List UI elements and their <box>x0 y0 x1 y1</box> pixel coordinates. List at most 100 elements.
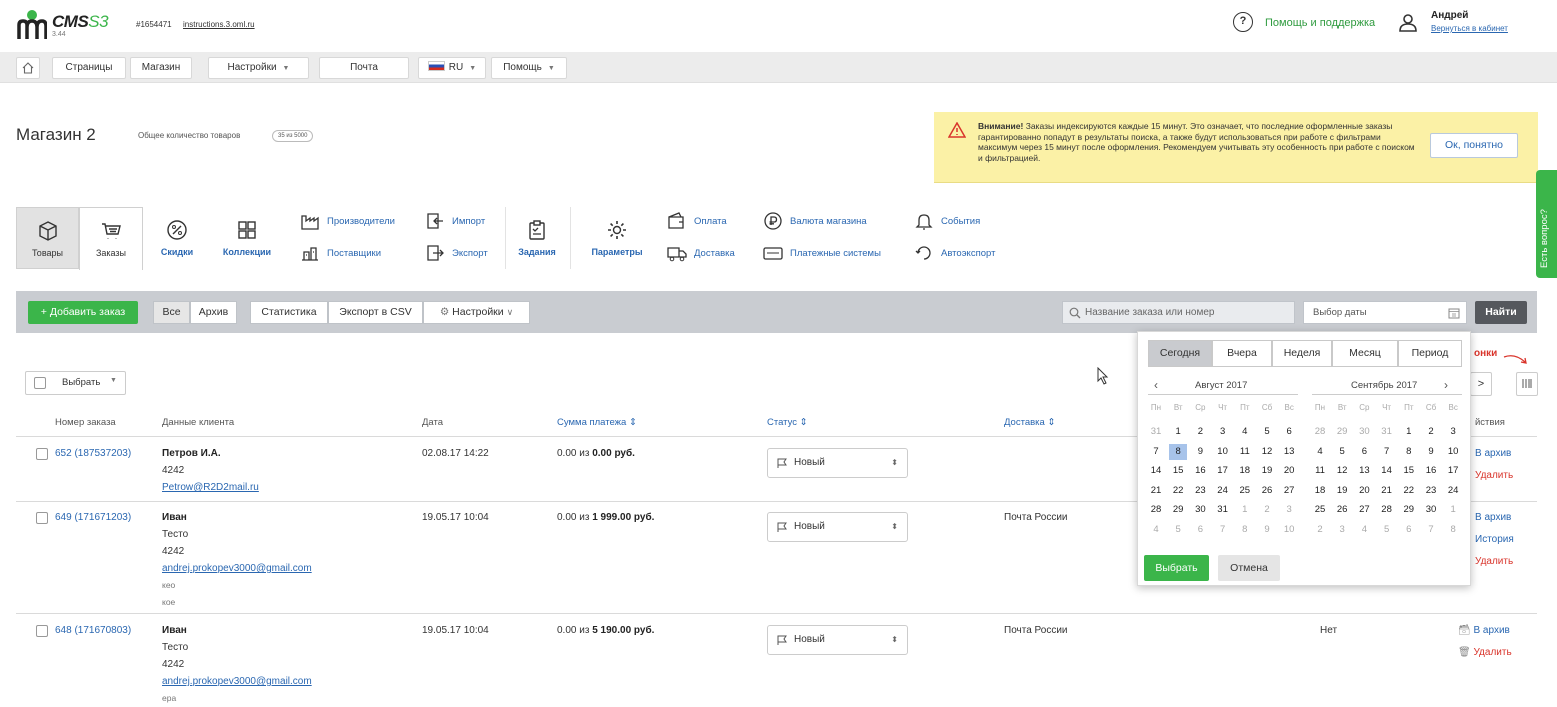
module-events[interactable]: События <box>915 214 980 230</box>
calendar-day[interactable]: 5 <box>1258 424 1276 440</box>
calendar-day[interactable]: 3 <box>1444 424 1462 440</box>
calendar-day[interactable]: 9 <box>1191 444 1209 460</box>
nav-mail[interactable]: Почта <box>319 57 409 79</box>
calendar-day[interactable]: 10 <box>1280 522 1298 538</box>
calendar-day[interactable]: 24 <box>1444 483 1462 499</box>
calendar-day[interactable]: 15 <box>1169 463 1187 479</box>
order-number-link[interactable]: 652 (187537203) <box>55 445 131 462</box>
prev-month-button[interactable]: ‹ <box>1154 378 1158 392</box>
calendar-day[interactable]: 5 <box>1169 522 1187 538</box>
delete-action[interactable]: Удалить <box>1475 556 1513 567</box>
module-collections[interactable]: Коллекции <box>216 207 278 257</box>
status-select[interactable]: Новый ⬍ <box>767 448 908 478</box>
calendar-day[interactable]: 2 <box>1191 424 1209 440</box>
bulk-select-dropdown[interactable]: Выбрать ▼ <box>25 371 126 395</box>
calendar-day[interactable]: 6 <box>1191 522 1209 538</box>
calendar-day[interactable]: 27 <box>1355 502 1373 518</box>
calendar-day[interactable]: 30 <box>1355 424 1373 440</box>
calendar-day[interactable]: 3 <box>1214 424 1232 440</box>
calendar-day[interactable]: 8 <box>1169 443 1188 460</box>
archive-action[interactable]: В архив <box>1475 448 1511 459</box>
calendar-day[interactable]: 16 <box>1422 463 1440 479</box>
nav-settings[interactable]: Настройки ▼ <box>208 57 309 79</box>
calendar-day[interactable]: 14 <box>1378 463 1396 479</box>
nav-help[interactable]: Помощь ▼ <box>491 57 567 79</box>
calendar-day[interactable]: 4 <box>1147 522 1165 538</box>
calendar-day[interactable]: 29 <box>1333 424 1351 440</box>
module-import[interactable]: Импорт <box>427 213 485 229</box>
calendar-day[interactable]: 14 <box>1147 463 1165 479</box>
calendar-day[interactable]: 11 <box>1311 463 1329 479</box>
order-number-link[interactable]: 648 (171670803) <box>55 622 131 639</box>
calendar-day[interactable]: 1 <box>1444 502 1462 518</box>
next-month-button[interactable]: › <box>1444 378 1448 392</box>
calendar-day[interactable]: 6 <box>1400 522 1418 538</box>
calendar-day[interactable]: 2 <box>1422 424 1440 440</box>
calendar-day[interactable]: 28 <box>1378 502 1396 518</box>
range-week-tab[interactable]: Неделя <box>1272 340 1332 367</box>
nav-shop[interactable]: Магазин <box>130 57 192 79</box>
calendar-day[interactable]: 30 <box>1422 502 1440 518</box>
export-csv-button[interactable]: Экспорт в CSV <box>328 301 423 324</box>
order-number-link[interactable]: 649 (171671203) <box>55 509 131 526</box>
row-checkbox[interactable] <box>36 625 48 637</box>
calendar-day[interactable]: 2 <box>1311 522 1329 538</box>
calendar-day[interactable]: 8 <box>1236 522 1254 538</box>
module-payment-systems[interactable]: Платежные системы <box>763 247 881 260</box>
columns-settings-button[interactable] <box>1516 372 1538 396</box>
calendar-day[interactable]: 5 <box>1378 522 1396 538</box>
range-period-tab[interactable]: Период <box>1398 340 1462 367</box>
calendar-day[interactable]: 7 <box>1147 444 1165 460</box>
module-autoexport[interactable]: Автоэкспорт <box>915 246 995 260</box>
module-export[interactable]: Экспорт <box>427 245 488 261</box>
client-email-link[interactable]: Petrow@R2D2mail.ru <box>162 482 259 493</box>
calendar-day[interactable]: 4 <box>1311 444 1329 460</box>
module-discounts[interactable]: Скидки <box>152 207 202 257</box>
add-order-button[interactable]: + Добавить заказ <box>28 301 138 324</box>
calendar-day[interactable]: 29 <box>1169 502 1187 518</box>
range-month-tab[interactable]: Месяц <box>1332 340 1398 367</box>
archive-action[interactable]: 🗃 В архив <box>1458 625 1510 636</box>
calendar-day[interactable]: 31 <box>1378 424 1396 440</box>
calendar-day[interactable]: 1 <box>1236 502 1254 518</box>
range-yesterday-tab[interactable]: Вчера <box>1212 340 1272 367</box>
select-all-checkbox[interactable] <box>34 377 46 389</box>
calendar-day[interactable]: 30 <box>1191 502 1209 518</box>
calendar-day[interactable]: 13 <box>1355 463 1373 479</box>
calendar-day[interactable]: 28 <box>1311 424 1329 440</box>
calendar-day[interactable]: 3 <box>1280 502 1298 518</box>
calendar-day[interactable]: 9 <box>1422 444 1440 460</box>
calendar-day[interactable]: 4 <box>1355 522 1373 538</box>
stats-button[interactable]: Статистика <box>250 301 328 324</box>
calendar-day[interactable]: 24 <box>1214 483 1232 499</box>
calendar-day[interactable]: 10 <box>1444 444 1462 460</box>
help-support-link[interactable]: Помощь и поддержка <box>1265 17 1375 29</box>
col-delivery[interactable]: Доставка ⇕ <box>1004 417 1055 428</box>
calendar-day[interactable]: 22 <box>1169 483 1187 499</box>
calendar-day[interactable]: 13 <box>1280 444 1298 460</box>
user-icon[interactable] <box>1398 12 1418 32</box>
calendar-day[interactable]: 21 <box>1378 483 1396 499</box>
calendar-day[interactable]: 3 <box>1333 522 1351 538</box>
home-button[interactable] <box>16 57 40 79</box>
tab-goods[interactable]: Товары <box>16 207 79 269</box>
client-email-link[interactable]: andrej.prokopev3000@gmail.com <box>162 563 312 574</box>
range-today-tab[interactable]: Сегодня <box>1148 340 1212 367</box>
help-icon[interactable]: ? <box>1233 12 1253 32</box>
calendar-day[interactable]: 7 <box>1378 444 1396 460</box>
warning-ok-button[interactable]: Ок, понятно <box>1430 133 1518 158</box>
calendar-day[interactable]: 7 <box>1422 522 1440 538</box>
calendar-day[interactable]: 18 <box>1236 463 1254 479</box>
search-input[interactable]: Название заказа или номер <box>1062 301 1295 324</box>
module-delivery[interactable]: Доставка <box>667 247 735 262</box>
nav-pages[interactable]: Страницы <box>52 57 126 79</box>
calendar-day[interactable]: 26 <box>1333 502 1351 518</box>
calendar-day[interactable]: 31 <box>1214 502 1232 518</box>
col-sum[interactable]: Сумма платежа ⇕ <box>557 417 637 428</box>
module-currency[interactable]: Валюта магазина <box>764 212 867 230</box>
calendar-day[interactable]: 21 <box>1147 483 1165 499</box>
calendar-day[interactable]: 23 <box>1191 483 1209 499</box>
tab-orders[interactable]: Заказы <box>79 207 143 270</box>
calendar-day[interactable]: 1 <box>1169 424 1187 440</box>
calendar-day[interactable]: 8 <box>1400 444 1418 460</box>
